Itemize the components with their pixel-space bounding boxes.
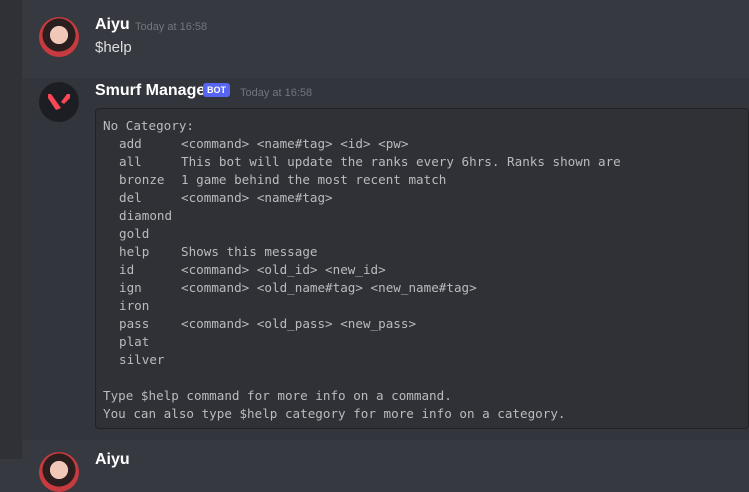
command-row: plat — [103, 333, 748, 351]
command-name: diamond — [119, 208, 173, 223]
username[interactable]: Aiyu — [95, 451, 130, 469]
command-row: gold — [103, 225, 748, 243]
valorant-logo-icon — [48, 94, 70, 110]
command-desc: <command> <name#tag> <id> <pw> — [181, 136, 409, 151]
command-name: id — [119, 262, 135, 277]
command-row: ign <command> <old_name#tag> <new_name#ta… — [103, 279, 748, 297]
bot-avatar[interactable] — [39, 82, 79, 122]
timestamp[interactable]: Today at 16:58 — [135, 21, 207, 33]
command-name: ign — [119, 280, 142, 295]
message-aiyu-help[interactable]: Aiyu Today at 16:58 $help — [22, 0, 749, 78]
command-row: del <command> <name#tag> — [103, 189, 748, 207]
message-aiyu-next[interactable]: Aiyu — [22, 440, 749, 492]
command-desc: Shows this message — [181, 244, 318, 259]
command-row: silver — [103, 351, 748, 369]
server-sidebar-edge — [0, 0, 22, 459]
command-desc: This bot will update the ranks every 6hr… — [181, 154, 621, 169]
username[interactable]: Smurf Manager — [95, 82, 211, 100]
user-avatar[interactable] — [39, 452, 79, 492]
command-name: gold — [119, 226, 150, 241]
user-avatar[interactable] — [39, 17, 79, 57]
command-desc: <command> <old_id> <new_id> — [181, 262, 386, 277]
code-footer-line: Type $help command for more info on a co… — [103, 388, 452, 403]
help-code-block: No Category: add <command> <name#tag> <id… — [95, 108, 749, 429]
command-name: plat — [119, 334, 150, 349]
command-row: pass <command> <old_pass> <new_pass> — [103, 315, 748, 333]
command-name: del — [119, 190, 142, 205]
code-heading: No Category: — [103, 118, 194, 133]
command-row: id <command> <old_id> <new_id> — [103, 261, 748, 279]
command-name: silver — [119, 352, 165, 367]
timestamp[interactable]: Today at 16:58 — [240, 87, 312, 99]
command-row: bronze 1 game behind the most recent matc… — [103, 171, 748, 189]
username[interactable]: Aiyu — [95, 16, 130, 34]
command-row: iron — [103, 297, 748, 315]
command-name: pass — [119, 316, 150, 331]
command-row: diamond — [103, 207, 748, 225]
bot-tag: BOT — [203, 83, 230, 97]
command-name: bronze — [119, 172, 165, 187]
message-text: $help — [95, 39, 132, 56]
command-name: all — [119, 154, 142, 169]
command-row: all This bot will update the ranks every … — [103, 153, 748, 171]
code-footer-line: You can also type $help category for mor… — [103, 406, 566, 421]
command-desc: <command> <name#tag> — [181, 190, 333, 205]
command-row: add <command> <name#tag> <id> <pw> — [103, 135, 748, 153]
command-name: add — [119, 136, 142, 151]
command-desc: 1 game behind the most recent match — [181, 172, 447, 187]
command-row: help Shows this message — [103, 243, 748, 261]
command-name: help — [119, 244, 150, 259]
command-desc: <command> <old_name#tag> <new_name#tag> — [181, 280, 477, 295]
command-desc: <command> <old_pass> <new_pass> — [181, 316, 417, 331]
command-name: iron — [119, 298, 150, 313]
